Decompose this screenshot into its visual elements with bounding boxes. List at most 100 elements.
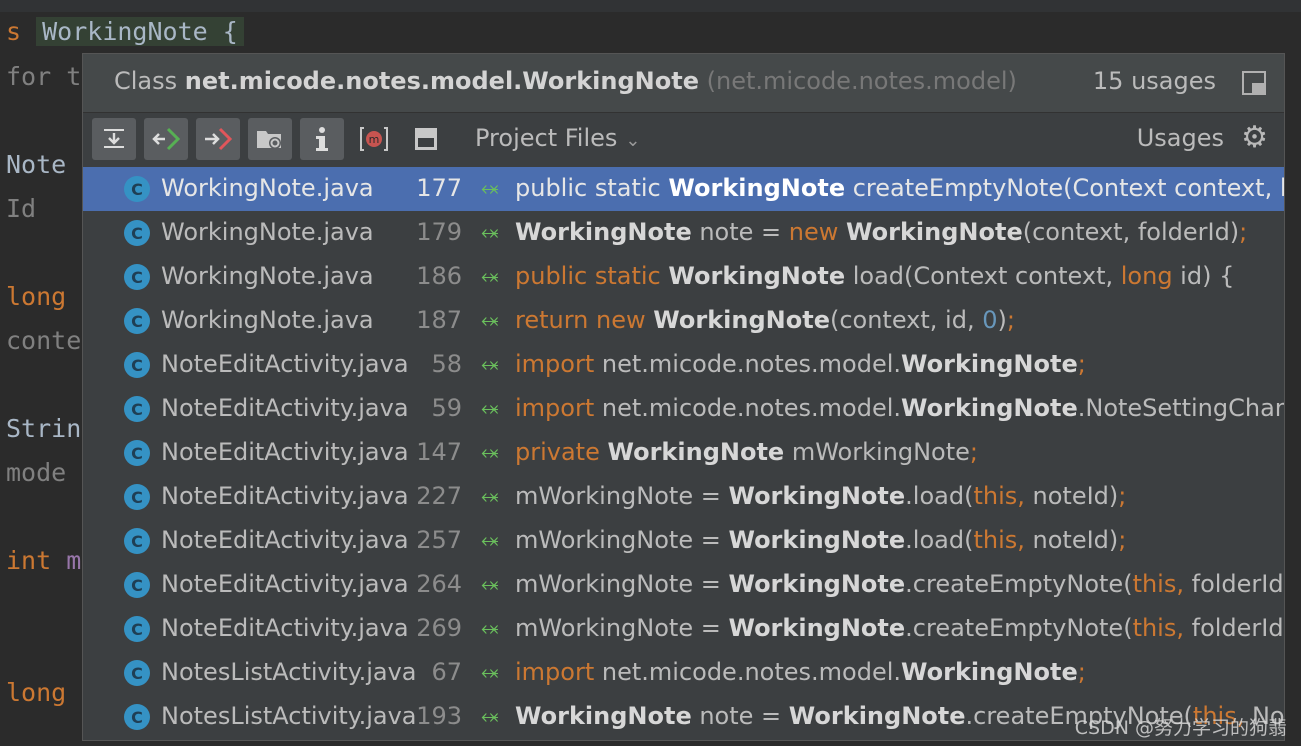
editor-line-2: for t (6, 62, 82, 91)
usage-arrow-icon: ⬾ (481, 528, 499, 553)
popup-header: Class net.micode.notes.model.WorkingNote… (83, 54, 1284, 113)
code-token: 0 (982, 306, 998, 334)
group-by-module-button[interactable]: m (352, 118, 396, 160)
usage-file-name: NoteEditActivity.java (161, 394, 409, 422)
code-token: WorkingNote (607, 438, 785, 466)
code-token: WorkingNote (728, 482, 906, 510)
package-name: (net.micode.notes.model) (706, 67, 1017, 95)
code-token: mWorkingNote = (515, 614, 729, 642)
editor-line-3: Note (6, 150, 67, 179)
popup-toolbar: m Project Files ⌄ Usages ⚙ (83, 112, 1284, 164)
usage-code-snippet: mWorkingNote = WorkingNote.createEmptyNo… (515, 570, 1284, 598)
usage-code-snippet: mWorkingNote = WorkingNote.createEmptyNo… (515, 614, 1284, 642)
usage-row[interactable]: C NoteEditActivity.java 58 ⬾ import net.mico… (83, 343, 1284, 387)
code-token: note = (691, 702, 789, 730)
open-in-find-window-icon[interactable] (1242, 71, 1266, 95)
usage-code-snippet: public static WorkingNote createEmptyNot… (515, 174, 1284, 202)
usage-code-snippet: mWorkingNote = WorkingNote.load(this, no… (515, 482, 1126, 510)
usage-code-snippet: import net.micode.notes.model.WorkingNot… (515, 350, 1086, 378)
svg-text:m: m (369, 133, 380, 146)
group-by-directory-button[interactable] (248, 118, 292, 160)
usage-file-name: NotesListActivity.java (161, 702, 417, 730)
show-read-write-access-button[interactable] (300, 118, 344, 160)
code-token: new (788, 218, 847, 246)
class-file-icon: C (124, 660, 150, 686)
prev-occurrence-icon (152, 127, 181, 151)
class-file-icon: C (124, 352, 150, 378)
usage-arrow-icon: ⬾ (481, 440, 499, 465)
usage-code-snippet: public static WorkingNote load(Context c… (515, 262, 1234, 290)
class-file-icon: C (124, 220, 150, 246)
usage-line-number: 193 (416, 702, 462, 730)
usage-line-number: 59 (431, 394, 462, 422)
editor-line-8: mode (6, 458, 67, 487)
usage-arrow-icon: ⬾ (481, 352, 499, 377)
code-token: .NoteSettingChanged (1077, 394, 1284, 422)
code-token: import (515, 658, 602, 686)
code-token: WorkingNote (901, 350, 1078, 378)
code-token: net.micode.notes.model. (601, 658, 902, 686)
usage-file-name: NoteEditActivity.java (161, 438, 409, 466)
scope-selector[interactable]: Project Files ⌄ (475, 124, 641, 152)
code-token: this, (1132, 614, 1192, 642)
code-token: load(Context context, (845, 262, 1121, 290)
previous-occurrence-button[interactable] (144, 118, 188, 160)
usage-code-snippet: WorkingNote note = new WorkingNote(conte… (515, 218, 1247, 246)
usage-row[interactable]: C WorkingNote.java 186 ⬾ public static Worki… (83, 255, 1284, 299)
gear-icon[interactable]: ⚙ (1241, 123, 1268, 153)
class-file-icon: C (124, 572, 150, 598)
usage-arrow-icon: ⬾ (481, 264, 499, 289)
code-token: WorkingNote (515, 218, 692, 246)
usage-row[interactable]: C NoteEditActivity.java 269 ⬾ mWorkingNote =… (83, 607, 1284, 651)
next-occurrence-icon (205, 127, 233, 151)
code-token: ; (1077, 658, 1086, 686)
code-token: WorkingNote (901, 658, 1078, 686)
usage-row[interactable]: C NoteEditActivity.java 59 ⬾ import net.mico… (83, 387, 1284, 431)
usage-row[interactable]: C WorkingNote.java 187 ⬾ return new WorkingN… (83, 299, 1284, 343)
usage-row[interactable]: C WorkingNote.java 177 ⬾ public static Worki… (83, 167, 1284, 211)
usage-arrow-icon: ⬾ (481, 704, 499, 729)
popup-title: Class net.micode.notes.model.WorkingNote… (114, 67, 1017, 95)
code-token: .createEmptyNote( (905, 570, 1133, 598)
code-token: note = (691, 218, 789, 246)
preview-source-button[interactable] (404, 118, 448, 160)
class-file-icon: C (124, 616, 150, 642)
editor-line-10: long (6, 678, 67, 707)
code-token: ; (1006, 306, 1015, 334)
usage-file-name: NoteEditActivity.java (161, 570, 409, 598)
code-token: .load( (905, 482, 974, 510)
code-token: WorkingNote (846, 218, 1023, 246)
usage-row[interactable]: C NoteEditActivity.java 257 ⬾ mWorkingNote =… (83, 519, 1284, 563)
merge-usages-icon (104, 129, 124, 148)
class-file-icon: C (124, 484, 150, 510)
usage-row[interactable]: C NoteEditActivity.java 227 ⬾ mWorkingNote =… (83, 475, 1284, 519)
usages-count: 15 usages (1092, 67, 1216, 95)
code-token: .createEmptyNote( (905, 614, 1133, 642)
code-token: mWorkingNote = (515, 570, 729, 598)
class-file-icon: C (124, 528, 150, 554)
usages-filter-label[interactable]: Usages (1137, 124, 1224, 152)
next-occurrence-button[interactable] (196, 118, 240, 160)
find-usages-popup[interactable]: Class net.micode.notes.model.WorkingNote… (82, 53, 1285, 741)
usage-code-snippet: import net.micode.notes.model.WorkingNot… (515, 394, 1284, 422)
usage-row[interactable]: C NoteEditActivity.java 147 ⬾ private Workin… (83, 431, 1284, 475)
usage-line-number: 264 (416, 570, 462, 598)
code-token: return new (515, 306, 654, 334)
usage-row[interactable]: C WorkingNote.java 179 ⬾ WorkingNote note = … (83, 211, 1284, 255)
usage-line-number: 177 (416, 174, 462, 202)
editor-line-7: Strin (6, 414, 82, 443)
class-name: net.micode.notes.model.WorkingNote (184, 67, 699, 95)
code-token: mWorkingNote (784, 438, 970, 466)
usage-line-number: 269 (416, 614, 462, 642)
chevron-down-icon: ⌄ (625, 130, 641, 151)
code-token: (context, id, (829, 306, 983, 334)
merge-usages-button[interactable] (92, 118, 136, 160)
usage-row[interactable]: C NotesListActivity.java 67 ⬾ import net.mic… (83, 651, 1284, 695)
code-token: folderId (1191, 570, 1284, 598)
usage-file-name: NoteEditActivity.java (161, 526, 409, 554)
usage-row[interactable]: C NoteEditActivity.java 264 ⬾ mWorkingNote =… (83, 563, 1284, 607)
class-file-icon: C (124, 308, 150, 334)
info-icon (316, 127, 328, 151)
code-token: ; (969, 438, 979, 466)
code-token: .load( (905, 526, 974, 554)
